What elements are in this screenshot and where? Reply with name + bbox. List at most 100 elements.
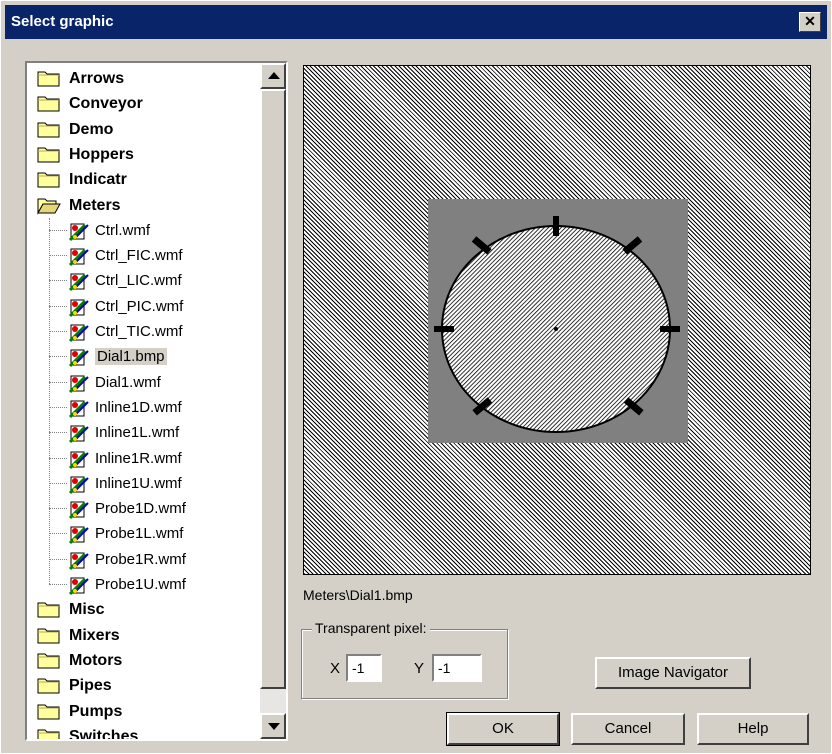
tree-file-label: Dial1.wmf xyxy=(95,373,161,391)
tree-file[interactable]: Ctrl_TIC.wmf xyxy=(67,319,183,344)
tree-folder-label: Arrows xyxy=(69,70,125,87)
tree-folder-label: Pipes xyxy=(69,677,112,695)
graphics-tree[interactable]: Arrows Conveyor Demo Hoppers Indicatr Meters C… xyxy=(25,61,288,741)
tree-scrollbar[interactable] xyxy=(260,63,286,739)
tree-connector xyxy=(49,255,67,257)
tree-connector xyxy=(49,482,67,484)
tree-file-label: Inline1U.wmf xyxy=(95,474,182,492)
tree-folder-indicatr[interactable]: Indicatr xyxy=(37,167,127,192)
scroll-down-button[interactable] xyxy=(260,713,286,739)
window-title: Select graphic xyxy=(11,13,114,30)
graphic-file-icon xyxy=(67,372,91,394)
tree-file-label: Probe1L.wmf xyxy=(95,525,184,543)
y-input[interactable]: -1 xyxy=(432,654,482,682)
dial-icon xyxy=(434,216,680,433)
arrow-down-icon xyxy=(268,723,280,730)
tree-connector xyxy=(49,280,67,282)
tree-file[interactable]: Probe1L.wmf xyxy=(67,521,183,546)
tree-connector xyxy=(49,229,67,231)
folder-icon xyxy=(37,120,61,139)
tree-file[interactable]: Inline1U.wmf xyxy=(67,471,182,496)
folder-icon xyxy=(37,651,61,670)
tree-folder-label: Pumps xyxy=(69,702,123,720)
graphic-file-icon xyxy=(67,270,91,292)
tree-connector xyxy=(49,457,67,459)
scroll-thumb[interactable] xyxy=(260,89,286,689)
dial-preview-image xyxy=(428,199,688,443)
tree-file-label: Ctrl_LIC.wmf xyxy=(95,272,182,290)
tree-folder-pumps[interactable]: Pumps xyxy=(37,699,122,724)
graphic-file-icon xyxy=(67,448,91,470)
folder-open-icon xyxy=(37,196,61,215)
folder-icon xyxy=(37,626,61,645)
tree-folder-demo[interactable]: Demo xyxy=(37,117,113,142)
tree-connector xyxy=(49,432,67,434)
tree-folder-switches[interactable]: Switches xyxy=(37,724,139,741)
tree-connector xyxy=(49,381,67,383)
tree-file-label: Probe1D.wmf xyxy=(95,500,186,518)
image-navigator-button[interactable]: Image Navigator xyxy=(595,657,751,689)
folder-icon xyxy=(37,676,61,695)
graphic-file-icon xyxy=(67,220,91,242)
tree-folder-label: Demo xyxy=(69,120,114,138)
tree-file[interactable]: Ctrl_PIC.wmf xyxy=(67,294,183,319)
tree-folder-label: Misc xyxy=(69,601,105,619)
select-graphic-dialog: Select graphic ✕ Arrows Conveyor Demo Hoppe… xyxy=(0,0,832,754)
graphic-file-icon xyxy=(67,346,91,368)
tree-folder-label: Conveyor xyxy=(69,95,143,113)
title-bar: Select graphic ✕ xyxy=(5,5,827,39)
tree-folder-misc[interactable]: Misc xyxy=(37,597,105,622)
tree-file[interactable]: Ctrl_FIC.wmf xyxy=(67,243,183,268)
tree-items: Arrows Conveyor Demo Hoppers Indicatr Meters C… xyxy=(27,63,260,741)
x-input[interactable]: -1 xyxy=(346,654,382,682)
tree-connector xyxy=(49,406,67,408)
tree-file[interactable]: Probe1D.wmf xyxy=(67,496,186,521)
cancel-button[interactable]: Cancel xyxy=(571,713,685,745)
tree-file[interactable]: Dial1.bmp xyxy=(67,344,167,369)
tree-file[interactable]: Ctrl_LIC.wmf xyxy=(67,268,182,293)
close-button[interactable]: ✕ xyxy=(799,12,821,32)
tree-folder-label: Meters xyxy=(69,196,121,214)
tree-file[interactable]: Probe1R.wmf xyxy=(67,547,186,572)
tree-folder-arrows[interactable]: Arrows xyxy=(37,66,124,91)
tree-connector xyxy=(49,217,50,584)
tree-folder-pipes[interactable]: Pipes xyxy=(37,673,112,698)
tree-file[interactable]: Inline1R.wmf xyxy=(67,446,182,471)
tree-connector xyxy=(49,356,67,358)
tree-file[interactable]: Probe1U.wmf xyxy=(67,572,186,597)
graphic-file-icon xyxy=(67,549,91,571)
help-button[interactable]: Help xyxy=(697,713,809,745)
folder-icon xyxy=(37,727,61,739)
tree-folder-conveyor[interactable]: Conveyor xyxy=(37,91,143,116)
graphic-file-icon xyxy=(67,296,91,318)
transparent-pixel-group: Transparent pixel: X -1 Y -1 xyxy=(301,620,508,699)
tree-folder-mixers[interactable]: Mixers xyxy=(37,623,120,648)
tree-file-label: Ctrl_FIC.wmf xyxy=(95,247,183,265)
graphic-file-icon xyxy=(67,523,91,545)
x-label: X xyxy=(330,660,341,677)
tree-file[interactable]: Inline1L.wmf xyxy=(67,420,179,445)
tree-connector xyxy=(49,331,67,332)
graphic-file-icon xyxy=(67,422,91,444)
tree-folder-label: Switches xyxy=(69,727,139,741)
tree-folder-motors[interactable]: Motors xyxy=(37,648,122,673)
tree-file-label: Ctrl_PIC.wmf xyxy=(95,297,184,315)
tree-folder-hoppers[interactable]: Hoppers xyxy=(37,142,134,167)
folder-icon xyxy=(37,702,61,721)
tree-file-label: Inline1D.wmf xyxy=(95,398,182,416)
tree-folder-meters[interactable]: Meters xyxy=(37,193,121,218)
tree-file-label: Ctrl.wmf xyxy=(95,221,150,239)
folder-icon xyxy=(37,94,61,113)
folder-icon xyxy=(37,145,61,164)
ok-button[interactable]: OK xyxy=(446,712,560,746)
tree-file-label: Probe1R.wmf xyxy=(95,550,186,568)
tree-connector xyxy=(49,508,67,510)
tree-folder-label: Mixers xyxy=(69,626,120,644)
tree-file[interactable]: Dial1.wmf xyxy=(67,370,161,395)
tree-file[interactable]: Inline1D.wmf xyxy=(67,395,182,420)
tree-connector xyxy=(49,584,67,585)
scroll-up-button[interactable] xyxy=(260,63,286,89)
tree-folder-label: Hoppers xyxy=(69,145,134,163)
tree-folder-label: Indicatr xyxy=(69,171,127,189)
tree-file[interactable]: Ctrl.wmf xyxy=(67,218,150,243)
